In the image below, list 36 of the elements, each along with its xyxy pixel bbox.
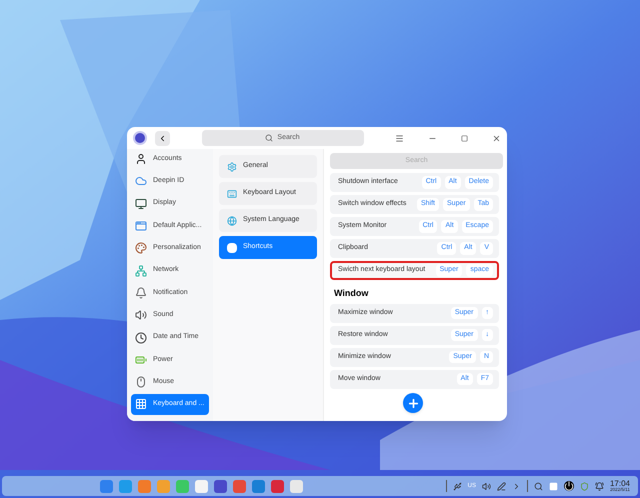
bell-icon[interactable]: [594, 482, 604, 490]
clock-time: 17:04: [610, 480, 630, 488]
globe-icon: [227, 216, 237, 226]
clock-icon: [135, 332, 147, 344]
cloud-icon: [135, 175, 147, 188]
search-icon: [265, 134, 274, 142]
section-heading: Window: [333, 287, 370, 300]
app-logo-icon: [133, 131, 147, 145]
keypad-icon: [135, 398, 147, 410]
close-icon[interactable]: [492, 134, 501, 142]
bell-icon: [135, 286, 147, 299]
palette-icon: [135, 242, 147, 254]
back-icon: [158, 134, 167, 142]
mouse-icon: [135, 376, 147, 388]
gear-icon: [227, 162, 237, 172]
speaker-icon[interactable]: [482, 482, 491, 490]
monitor-icon: [135, 198, 147, 210]
maximize-icon[interactable]: [461, 134, 468, 142]
back-button[interactable]: [155, 130, 170, 146]
battery-icon: [135, 354, 147, 366]
menu-icon[interactable]: [395, 134, 404, 142]
keyboard-icon: [227, 188, 237, 198]
search-icon[interactable]: [534, 482, 543, 490]
pen-icon[interactable]: [496, 482, 506, 490]
speaker-icon: [135, 309, 147, 322]
screen-icon[interactable]: [548, 482, 558, 490]
network-icon: [135, 264, 147, 277]
add-button[interactable]: [403, 393, 423, 413]
person-icon: [135, 153, 147, 166]
power-icon[interactable]: [564, 481, 574, 491]
plus-icon: [406, 396, 420, 410]
app-icon[interactable]: [195, 480, 208, 492]
app-icon[interactable]: [271, 480, 284, 492]
window-icon: [135, 220, 147, 232]
usb-icon[interactable]: [452, 482, 462, 490]
app-icon[interactable]: [214, 480, 227, 492]
